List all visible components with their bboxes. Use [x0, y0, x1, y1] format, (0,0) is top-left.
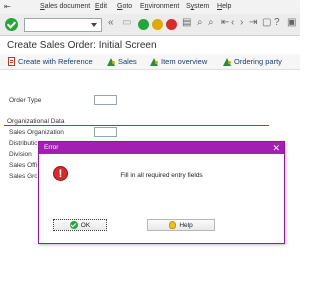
sales-button[interactable]: Sales — [107, 57, 137, 66]
tree-icon — [223, 57, 231, 66]
help-icon[interactable]: ? — [274, 18, 280, 28]
division-label: Division — [9, 151, 32, 158]
menu-system[interactable]: System — [186, 3, 209, 10]
menu-sales-document[interactable]: Sales document — [40, 3, 90, 10]
first-page-icon[interactable]: ⇤ — [221, 18, 229, 28]
tree-icon — [150, 57, 158, 66]
menu-edit[interactable]: Edit — [95, 3, 107, 10]
close-icon[interactable]: ✕ — [272, 142, 280, 154]
menu-goto[interactable]: Goto — [117, 3, 132, 10]
check-icon — [69, 221, 78, 229]
next-page-icon[interactable]: › — [240, 18, 243, 28]
sales-label: Sales — [118, 57, 137, 66]
sales-org-label: Sales Organization — [9, 129, 64, 136]
exit-menu-icon[interactable]: ⇤ — [4, 2, 11, 11]
item-overview-button[interactable]: Item overview — [150, 57, 207, 66]
page-title: Create Sales Order: Initial Screen — [7, 40, 157, 51]
ordering-party-button[interactable]: Ordering party — [223, 57, 282, 66]
tree-icon — [107, 57, 115, 66]
menu-environment[interactable]: Environment — [140, 3, 179, 10]
help-button[interactable]: Help — [147, 219, 215, 231]
menu-help[interactable]: Help — [217, 3, 231, 10]
ok-label: OK — [80, 221, 91, 229]
create-with-reference-button[interactable]: Create with Reference — [8, 57, 93, 66]
order-type-input[interactable] — [94, 95, 117, 105]
save-disabled-icon: ▭ — [122, 17, 132, 28]
sales-group-label: Sales Group — [9, 173, 37, 180]
print-icon[interactable]: ▤ — [182, 18, 191, 28]
previous-page-icon[interactable]: ‹ — [231, 18, 234, 28]
ok-button[interactable]: OK — [53, 219, 107, 231]
exit-icon[interactable] — [152, 19, 163, 30]
document-icon — [8, 57, 15, 66]
sales-org-input[interactable] — [94, 127, 117, 137]
section-divider — [4, 125, 269, 126]
org-section-title: Organizational Data — [7, 118, 65, 125]
dialog-title-bar: Error ✕ — [39, 142, 284, 154]
application-toolbar: Create with Reference Sales Item overvie… — [0, 54, 300, 70]
standard-toolbar: « ▭ ▤ ⌕ ⌕ ⇤ ‹ › ⇥ ▢ ? ▣ — [0, 14, 300, 36]
find-icon[interactable]: ⌕ — [197, 18, 203, 28]
cancel-icon[interactable] — [166, 19, 177, 30]
error-dialog: Error ✕ ! Fill in all required entry fie… — [38, 141, 285, 244]
lightbulb-icon — [169, 221, 177, 229]
create-with-reference-label: Create with Reference — [18, 57, 93, 66]
item-overview-label: Item overview — [161, 57, 208, 66]
sales-office-label: Sales Office — [9, 162, 37, 169]
save-icon[interactable]: « — [108, 18, 114, 28]
help-label: Help — [179, 221, 193, 229]
customize-icon[interactable]: ▣ — [287, 18, 296, 28]
menu-bar: ⇤ Sales document Edit Goto Environment S… — [0, 0, 300, 14]
new-session-icon[interactable]: ▢ — [262, 18, 271, 28]
order-type-label: Order Type — [9, 97, 42, 104]
find-next-icon[interactable]: ⌕ — [208, 18, 214, 28]
dialog-message: Fill in all required entry fields — [120, 172, 203, 179]
enter-icon[interactable] — [5, 18, 18, 31]
ordering-party-label: Ordering party — [234, 57, 282, 66]
last-page-icon[interactable]: ⇥ — [249, 18, 257, 28]
dialog-title: Error — [44, 144, 59, 151]
back-icon[interactable] — [138, 19, 149, 30]
command-field[interactable] — [24, 18, 102, 32]
dist-channel-label: Distribution Channel — [9, 140, 37, 147]
